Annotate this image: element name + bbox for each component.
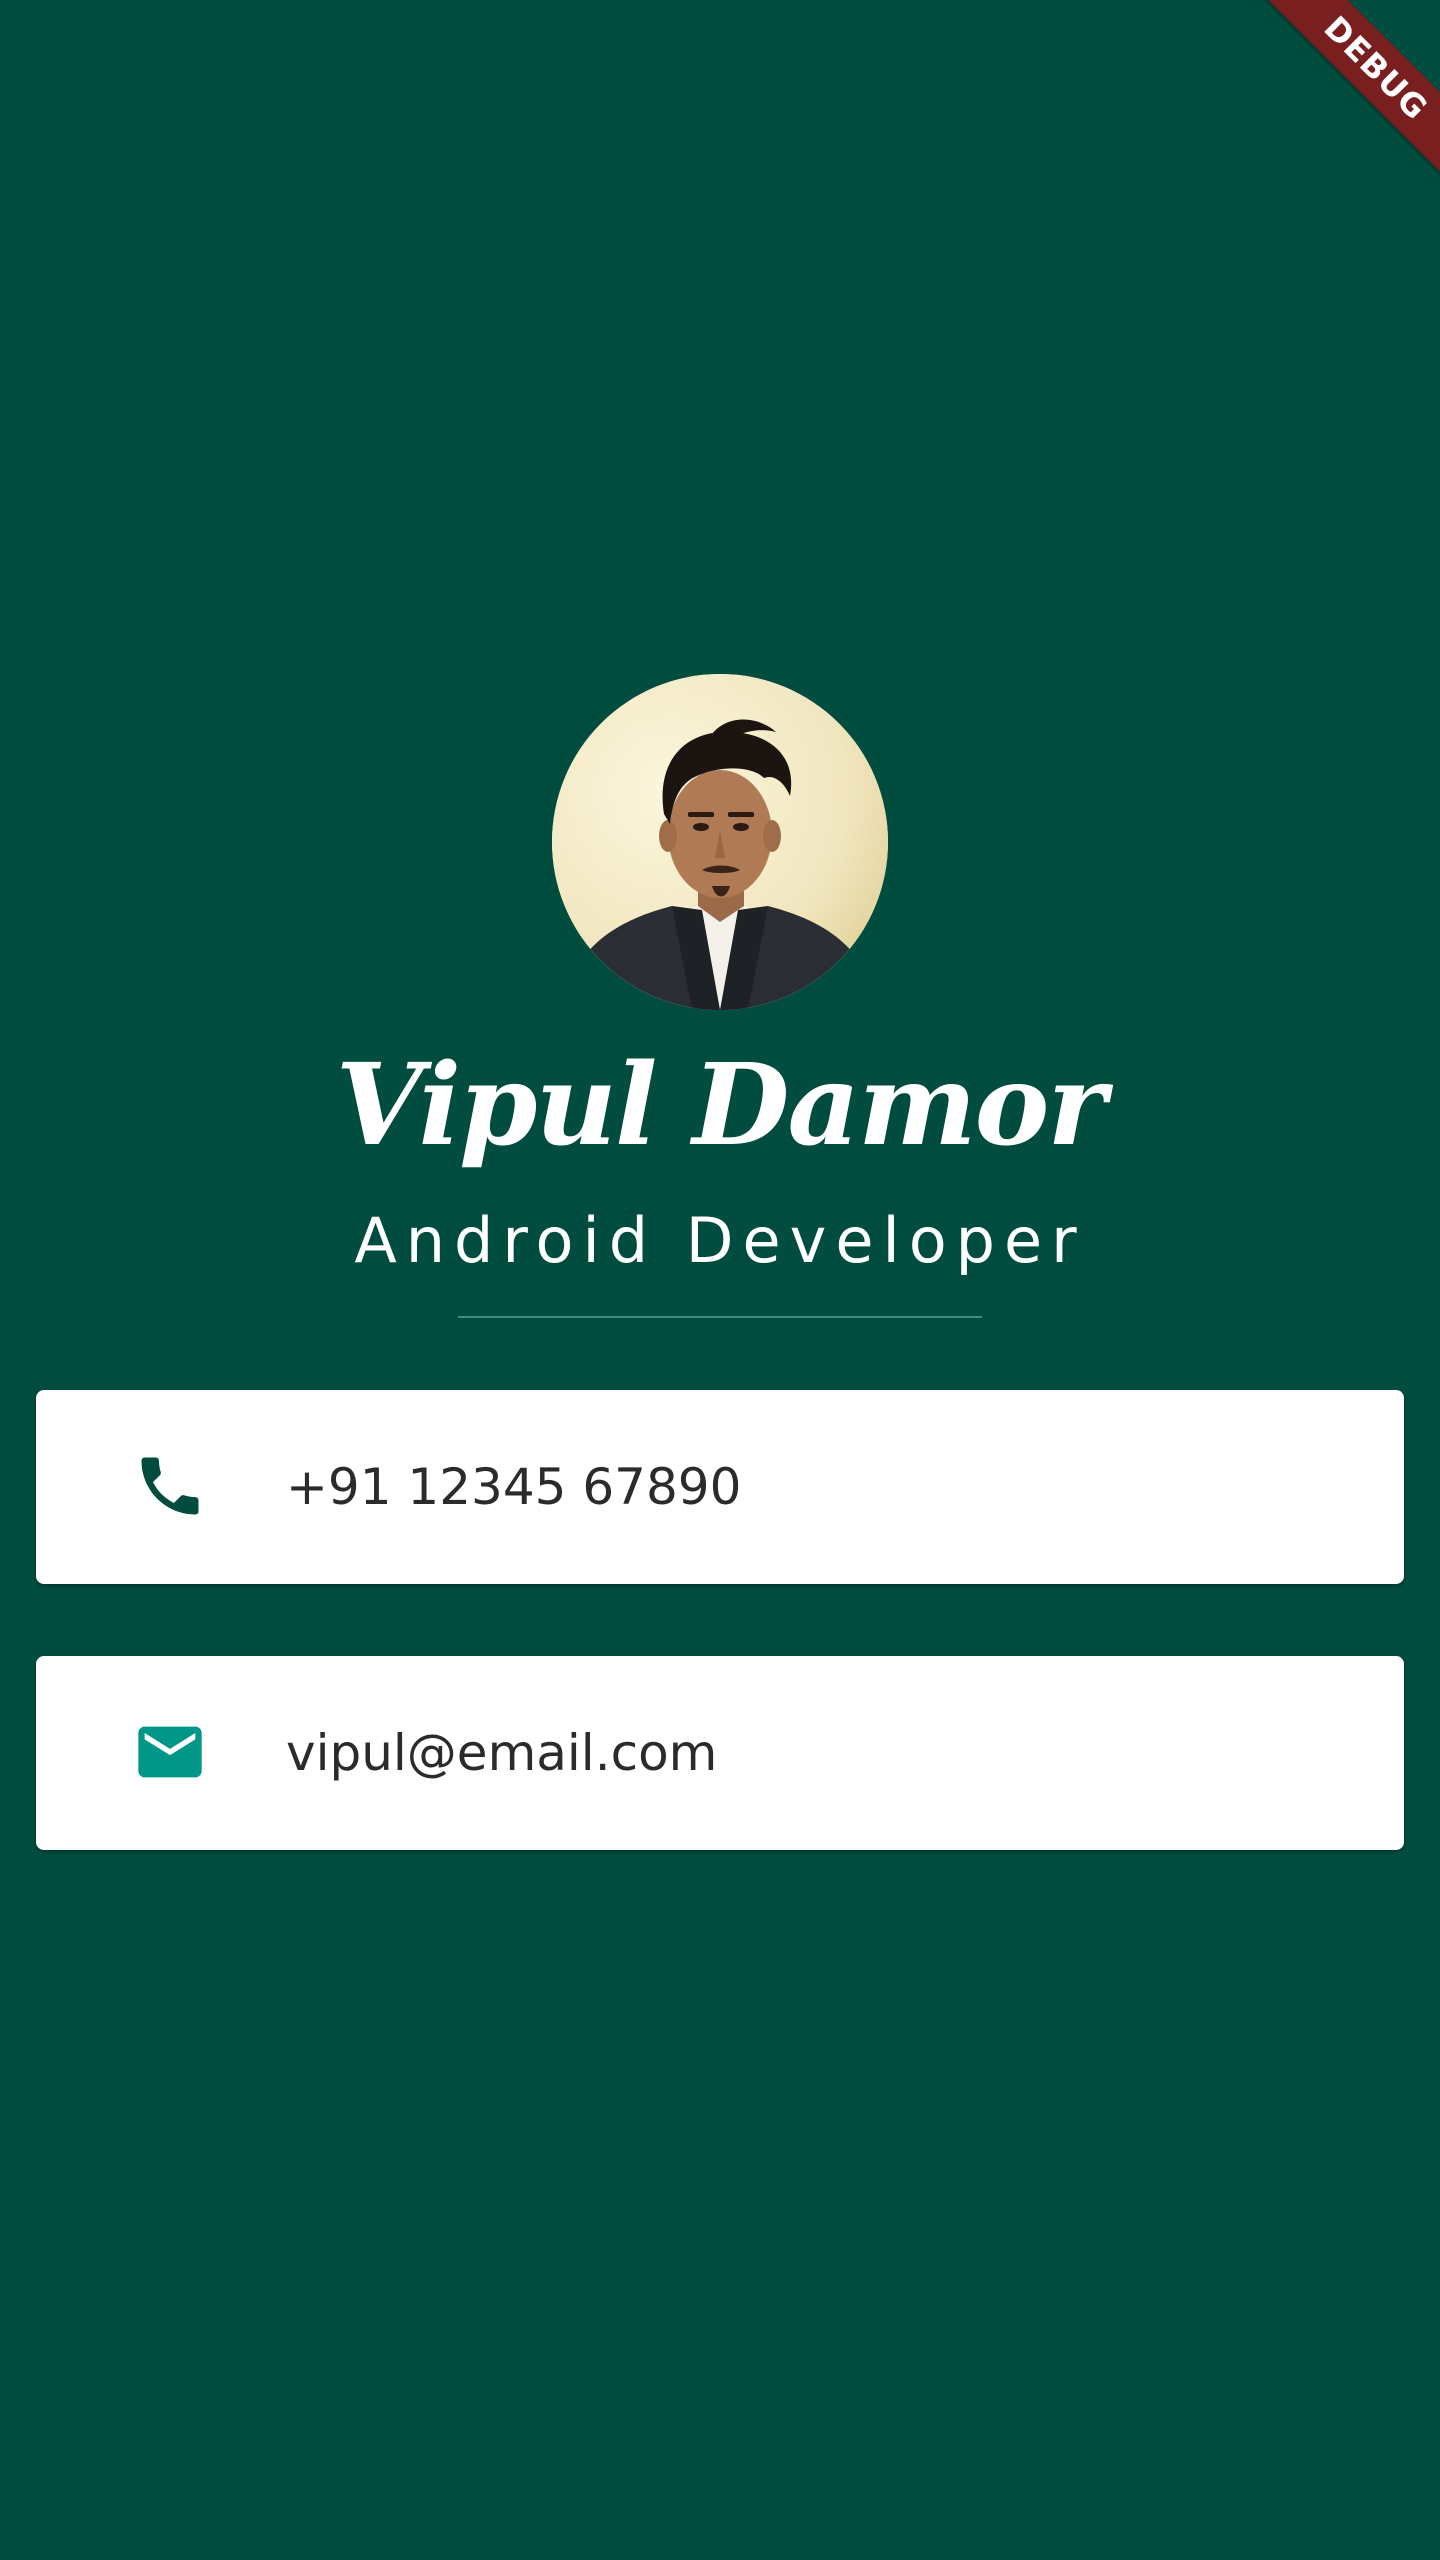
debug-banner: DEBUG: [1250, 0, 1440, 194]
email-card[interactable]: vipul@email.com: [36, 1656, 1404, 1850]
phone-card[interactable]: +91 12345 67890: [36, 1390, 1404, 1584]
profile-avatar: [552, 674, 888, 1010]
profile-name: Vipul Damor: [335, 1040, 1107, 1171]
debug-banner-container: DEBUG: [1240, 0, 1440, 200]
mail-icon: [132, 1712, 208, 1792]
phone-number: +91 12345 67890: [286, 1458, 742, 1516]
profile-photo: [552, 674, 888, 1010]
phone-icon: [132, 1446, 208, 1526]
divider: [458, 1316, 982, 1318]
profile-title: Android Developer: [354, 1204, 1086, 1277]
email-address: vipul@email.com: [286, 1724, 718, 1782]
profile-screen: DEBUG Vipul Damor Android Developer +91 …: [0, 0, 1440, 2560]
